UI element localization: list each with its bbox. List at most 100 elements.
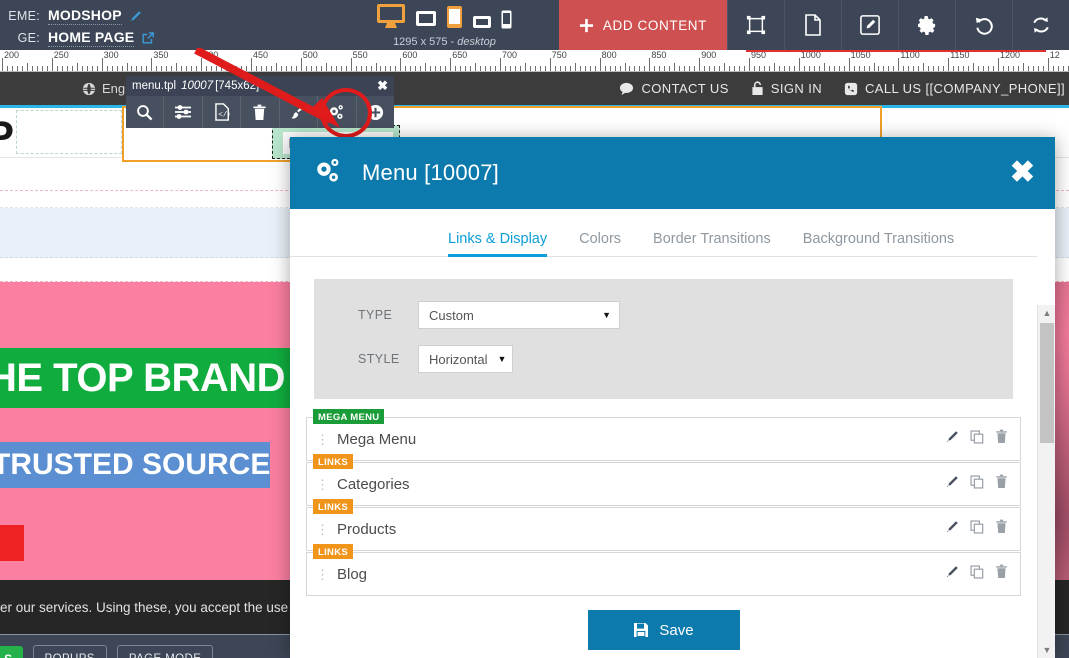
page-mode-button[interactable]: PAGE MODE [116, 644, 214, 658]
drag-handle-icon[interactable]: ⋮ [316, 433, 329, 446]
close-icon[interactable]: ✖ [1010, 158, 1035, 188]
ruler-minor-tick [988, 66, 990, 71]
hero-cta-button[interactable] [0, 525, 24, 561]
tab-links-display[interactable]: Links & Display [432, 231, 563, 257]
refresh-icon[interactable] [1012, 0, 1069, 50]
pencil-icon[interactable] [945, 520, 959, 539]
ruler-label: 12 [1049, 50, 1060, 60]
brush-icon[interactable] [280, 96, 319, 128]
pencil-icon[interactable] [945, 565, 959, 584]
save-button[interactable]: Save [587, 610, 740, 650]
save-icon [634, 623, 649, 637]
pencil-icon[interactable] [945, 430, 959, 449]
cogs-icon[interactable] [318, 96, 357, 128]
device-tablet-landscape-icon[interactable] [472, 15, 492, 34]
ruler-minor-tick [763, 66, 765, 71]
external-link-icon[interactable] [141, 31, 155, 45]
ruler-label: 700 [502, 50, 518, 60]
ruler-minor-tick [758, 66, 760, 71]
code-file-icon[interactable]: </> [203, 96, 242, 128]
ruler-minor-tick [943, 66, 945, 71]
ruler-minor-tick [569, 66, 571, 71]
context-close-icon[interactable]: ✖ [377, 78, 388, 94]
trash-icon[interactable] [995, 474, 1008, 494]
tab-colors[interactable]: Colors [563, 231, 637, 256]
ruler-minor-tick [81, 66, 83, 71]
ruler-minor-tick [978, 66, 980, 71]
gear-icon[interactable] [898, 0, 955, 50]
call-us-label: CALL US [[COMPANY_PHONE]] [865, 81, 1065, 96]
context-element-dimensions: [745x62] [215, 80, 260, 92]
search-icon[interactable] [126, 96, 165, 128]
ruler-minor-tick [490, 66, 492, 71]
ruler-major-tick [300, 58, 302, 71]
contact-us-link[interactable]: CONTACT US [619, 81, 728, 96]
edit-icon[interactable] [841, 0, 898, 50]
sign-in-link[interactable]: SIGN IN [751, 81, 822, 96]
ruler-minor-tick [1007, 66, 1009, 71]
list-item[interactable]: MEGA MENU ⋮ Mega Menu [306, 409, 1021, 461]
ruler-minor-tick [594, 66, 596, 71]
scrollbar-thumb[interactable] [1040, 323, 1054, 443]
ruler-minor-tick [290, 66, 292, 71]
device-mobile-icon[interactable] [501, 10, 512, 34]
trash-icon[interactable] [995, 519, 1008, 539]
style-row: STYLE Horizontal ▼ [314, 345, 1013, 373]
trash-icon[interactable] [995, 564, 1008, 584]
device-laptop-icon[interactable] [415, 9, 437, 34]
ruler-label: 450 [253, 50, 269, 60]
ruler-label: 800 [601, 50, 617, 60]
item-actions [945, 564, 1008, 584]
pencil-icon[interactable] [129, 10, 142, 23]
call-us-link[interactable]: CALL US [[COMPANY_PHONE]] [844, 81, 1065, 96]
ruler-label: 250 [53, 50, 69, 60]
drag-handle-icon[interactable]: ⋮ [316, 523, 329, 536]
device-tablet-icon[interactable] [446, 5, 463, 34]
ruler-minor-tick [554, 66, 556, 71]
tab-background-transitions[interactable]: Background Transitions [787, 231, 971, 256]
undo-icon[interactable] [955, 0, 1012, 50]
style-select[interactable]: Horizontal ▼ [418, 345, 513, 373]
copy-icon[interactable] [970, 564, 984, 584]
ruler-minor-tick [231, 66, 233, 71]
ruler-minor-tick [126, 63, 128, 71]
list-item[interactable]: LINKS ⋮ Blog [306, 544, 1021, 596]
modal-scrollbar[interactable]: ▲ ▼ [1037, 305, 1055, 658]
ruler-minor-tick [619, 66, 621, 71]
labels-button[interactable]: ELS [0, 645, 23, 658]
tab-border-transitions[interactable]: Border Transitions [637, 231, 787, 256]
list-item[interactable]: LINKS ⋮ Categories [306, 454, 1021, 506]
ruler-minor-tick [694, 66, 696, 71]
ruler-minor-tick [983, 66, 985, 71]
scroll-up-icon[interactable]: ▲ [1038, 305, 1055, 321]
item-actions [945, 519, 1008, 539]
device-desktop-icon[interactable] [376, 3, 406, 34]
ruler-minor-tick [241, 66, 243, 71]
type-select[interactable]: Custom ▼ [418, 301, 620, 329]
trash-icon[interactable] [995, 429, 1008, 449]
item-label: Products [337, 520, 397, 538]
sliders-icon[interactable] [164, 96, 203, 128]
pencil-icon[interactable] [945, 475, 959, 494]
ruler-minor-tick [853, 66, 855, 71]
ruler-minor-tick [1012, 66, 1014, 71]
copy-icon[interactable] [970, 474, 984, 494]
trash-icon[interactable] [241, 96, 280, 128]
list-item[interactable]: LINKS ⋮ Products [306, 499, 1021, 551]
ruler-minor-tick [559, 66, 561, 71]
theme-value[interactable]: MODSHOP [48, 7, 122, 25]
page-icon[interactable] [784, 0, 841, 50]
drag-handle-icon[interactable]: ⋮ [316, 568, 329, 581]
add-content-button[interactable]: ADD CONTENT [558, 0, 727, 50]
ruler-minor-tick [221, 66, 223, 71]
copy-icon[interactable] [970, 519, 984, 539]
drag-handle-icon[interactable]: ⋮ [316, 478, 329, 491]
select-group-icon[interactable] [727, 0, 784, 50]
scroll-down-icon[interactable]: ▼ [1038, 642, 1055, 658]
copy-icon[interactable] [970, 429, 984, 449]
popups-button[interactable]: POPUPS [32, 644, 107, 658]
page-value[interactable]: HOME PAGE [48, 29, 135, 47]
plus-circle-icon[interactable] [357, 96, 394, 128]
ruler-label: 300 [103, 50, 119, 60]
ruler-major-tick [998, 58, 999, 71]
